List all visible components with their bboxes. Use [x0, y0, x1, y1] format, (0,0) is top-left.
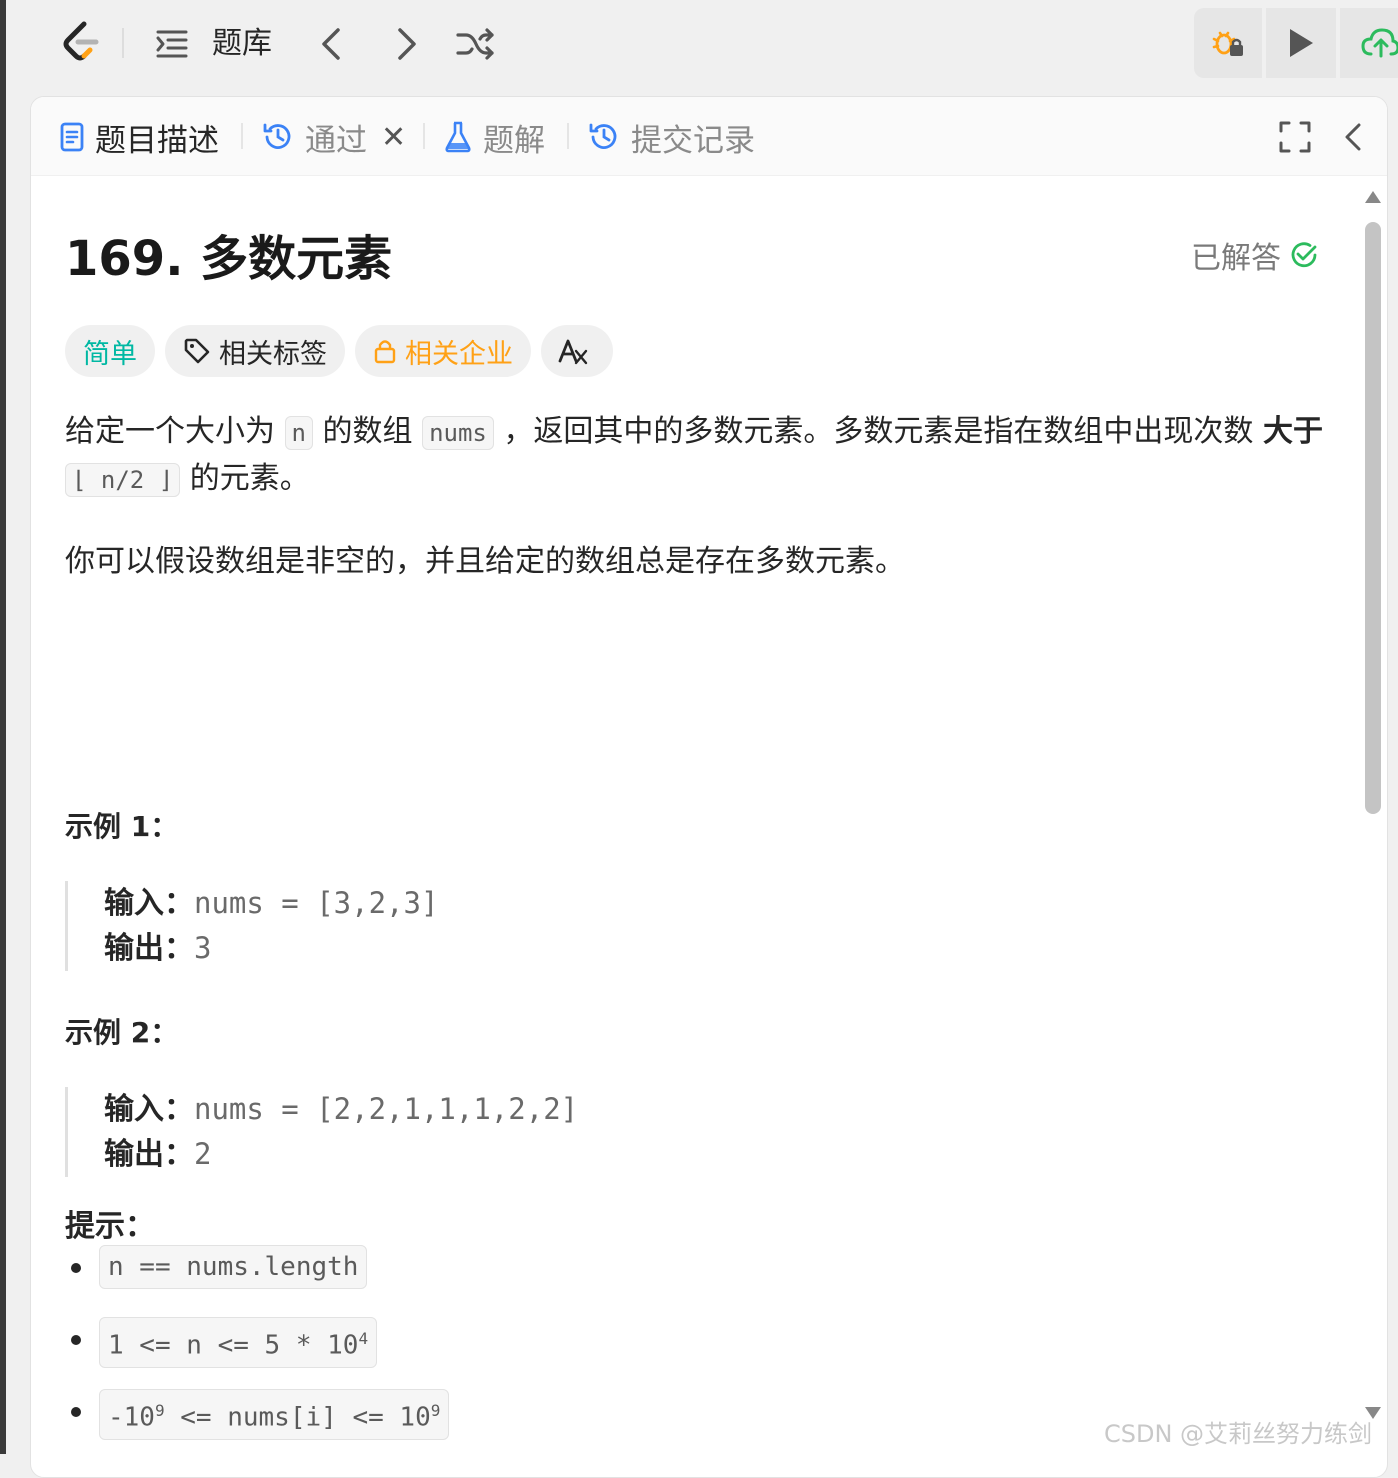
doc-icon [60, 122, 84, 152]
exponent: 9 [430, 1401, 441, 1420]
example-1-title: 示例 1： [65, 810, 179, 843]
example-1-input: 输入：nums = [3,2,3] [104, 881, 1004, 926]
scroll-up-arrow-icon[interactable] [1364, 190, 1382, 204]
tab-accepted[interactable]: 通过 ✕ [261, 115, 406, 159]
example-1-output: 输出：3 [104, 926, 1004, 971]
input-value: nums = [2,2,1,1,1,2,2] [194, 1092, 579, 1126]
constraint-item: n == nums.length [65, 1245, 965, 1317]
difficulty-label: 简单 [83, 338, 137, 370]
description-paragraph: 给定一个大小为 n 的数组 nums ，返回其中的多数元素。多数元素是指在数组中… [65, 409, 1327, 503]
output-value: 3 [194, 931, 212, 965]
tab-accepted-label: 通过 [305, 122, 367, 159]
tab-submissions[interactable]: 提交记录 [587, 115, 755, 159]
debug-button[interactable] [1194, 8, 1262, 78]
problem-bank-link[interactable]: 题库 [212, 24, 272, 64]
output-label: 输出： [104, 931, 194, 966]
problem-panel: 题目描述 通过 ✕ 题解 提交记录 169. 多数元素 已解答 简单 相关标签 … [30, 96, 1388, 1478]
tab-solutions-label: 题解 [483, 122, 545, 159]
inline-code: ⌊ n/2 ⌋ [65, 463, 181, 497]
desc-text: ，返回其中的多数元素。多数元素是指在数组中出现次数 [493, 414, 1263, 449]
lock-icon [374, 340, 396, 364]
solved-status: 已解答 [1191, 233, 1319, 277]
difficulty-badge: 简单 [65, 325, 155, 377]
check-circle-icon [1291, 242, 1317, 268]
solved-label: 已解答 [1191, 241, 1281, 276]
example-2-output: 输出：2 [104, 1132, 1004, 1177]
constraints-list: n == nums.length 1 <= n <= 5 * 104 -109 … [65, 1245, 965, 1461]
exponent: 4 [358, 1329, 369, 1348]
constraint-code: n == nums.length [99, 1245, 368, 1289]
related-companies-label: 相关企业 [405, 338, 513, 370]
window-edge [0, 0, 6, 1454]
bullet [71, 1335, 81, 1345]
scrollbar-thumb[interactable] [1365, 222, 1381, 814]
history-icon [589, 123, 617, 149]
bold-text: 大于 [1262, 414, 1323, 449]
constraint-text: 1 <= n <= 5 * 10 [108, 1330, 359, 1361]
example-1-block: 输入：nums = [3,2,3] 输出：3 [65, 881, 1004, 971]
leetcode-logo-icon[interactable] [56, 18, 104, 66]
previous-problem-icon[interactable] [312, 22, 352, 66]
run-button[interactable] [1266, 8, 1336, 78]
problem-description: 给定一个大小为 n 的数组 nums ，返回其中的多数元素。多数元素是指在数组中… [65, 409, 1327, 621]
constraint-text: <= nums[i] <= 10 [164, 1402, 431, 1433]
cloud-upload-icon [1361, 28, 1398, 58]
desc-text: 的数组 [313, 414, 423, 449]
watermark: CSDN @艾莉丝努力练剑 [1104, 1420, 1373, 1448]
fullscreen-icon[interactable] [1275, 117, 1315, 157]
related-topics-button[interactable]: 相关标签 [165, 325, 345, 377]
tab-divider [423, 123, 425, 149]
tab-divider [241, 123, 243, 149]
example-2-title: 示例 2： [65, 1016, 179, 1049]
problem-title: 169. 多数元素 [65, 231, 393, 287]
next-problem-icon[interactable] [386, 22, 426, 66]
related-companies-button[interactable]: 相关企业 [355, 325, 531, 377]
history-icon [263, 123, 291, 149]
inline-code: nums [422, 416, 494, 450]
related-topics-label: 相关标签 [219, 338, 327, 370]
constraint-text: -10 [108, 1402, 155, 1433]
bullet [71, 1407, 81, 1417]
top-navigation: 题库 [6, 0, 1398, 90]
play-icon [1290, 29, 1313, 57]
shuffle-icon[interactable] [454, 22, 498, 66]
exponent: 9 [154, 1401, 165, 1420]
panel-tabs: 题目描述 通过 ✕ 题解 提交记录 [31, 97, 1387, 176]
constraint-code: 1 <= n <= 5 * 104 [99, 1317, 378, 1368]
desc-text: 给定一个大小为 [65, 414, 285, 449]
tab-description-label: 题目描述 [95, 122, 219, 159]
description-paragraph: 你可以假设数组是非空的，并且给定的数组总是存在多数元素。 [65, 544, 905, 579]
problem-list-icon[interactable] [152, 24, 192, 64]
constraint-item: -109 <= nums[i] <= 109 [65, 1389, 965, 1461]
bullet [71, 1263, 81, 1273]
tab-divider [567, 123, 569, 149]
input-label: 输入： [104, 1092, 194, 1127]
constraints-title: 提示： [65, 1209, 155, 1244]
tab-submissions-label: 提交记录 [631, 122, 755, 159]
problem-tags: 简单 相关标签 相关企业 [65, 325, 623, 377]
close-tab-icon[interactable]: ✕ [381, 120, 406, 155]
tab-solutions[interactable]: 题解 [443, 115, 545, 159]
inline-code: n [284, 416, 313, 450]
input-value: nums = [3,2,3] [194, 886, 439, 920]
tab-description[interactable]: 题目描述 [59, 115, 219, 159]
input-label: 输入： [104, 886, 194, 921]
translate-icon [558, 339, 588, 365]
example-2-block: 输入：nums = [2,2,1,1,1,2,2] 输出：2 [65, 1087, 1004, 1177]
collapse-panel-icon[interactable] [1335, 117, 1371, 157]
bug-lock-icon [1212, 31, 1243, 56]
constraint-code: -109 <= nums[i] <= 109 [99, 1389, 450, 1440]
output-label: 输出： [104, 1137, 194, 1172]
translate-button[interactable] [541, 325, 613, 377]
submit-button[interactable] [1340, 8, 1398, 78]
desc-text: 的元素。 [180, 461, 310, 496]
tag-icon [184, 338, 210, 364]
output-value: 2 [194, 1137, 212, 1171]
example-2-input: 输入：nums = [2,2,1,1,1,2,2] [104, 1087, 1004, 1132]
nav-divider [122, 28, 124, 58]
constraint-item: 1 <= n <= 5 * 104 [65, 1317, 965, 1389]
flask-icon [445, 121, 471, 153]
editor-toolbar [1194, 8, 1398, 78]
